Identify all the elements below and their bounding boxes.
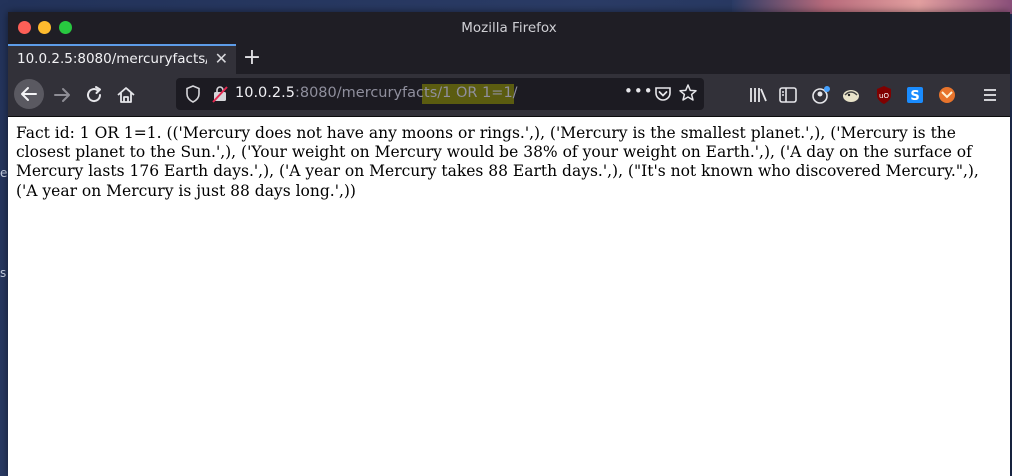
library-icon[interactable] bbox=[746, 83, 770, 107]
extension-animal-icon[interactable] bbox=[839, 83, 863, 107]
tab-close-icon[interactable]: ✕ bbox=[215, 49, 228, 68]
navigation-toolbar: 10.0.2.5:8080/mercuryfacts/1 OR 1=1/ ••• bbox=[8, 74, 1010, 117]
tab-strip: 10.0.2.5:8080/mercuryfacts/ ✕ + bbox=[8, 44, 1010, 74]
tab-active[interactable]: 10.0.2.5:8080/mercuryfacts/ ✕ bbox=[8, 44, 236, 74]
pocket-icon[interactable] bbox=[652, 83, 676, 107]
back-button[interactable] bbox=[14, 79, 44, 109]
browser-window: Mozilla Firefox 10.0.2.5:8080/mercuryfac… bbox=[8, 12, 1010, 476]
url-bar[interactable]: 10.0.2.5:8080/mercuryfacts/1 OR 1=1/ ••• bbox=[176, 78, 704, 110]
tab-title: 10.0.2.5:8080/mercuryfacts/ bbox=[17, 51, 207, 67]
sidebar-icon[interactable] bbox=[776, 83, 800, 107]
window-title: Mozilla Firefox bbox=[461, 20, 557, 36]
back-arrow-icon bbox=[21, 87, 37, 101]
home-button[interactable] bbox=[114, 83, 138, 107]
svg-text:uO: uO bbox=[879, 92, 889, 100]
reload-icon bbox=[87, 86, 102, 103]
tracking-protection-shield-icon[interactable] bbox=[182, 83, 206, 107]
bookmark-star-icon[interactable] bbox=[677, 82, 701, 106]
page-actions-menu-icon[interactable]: ••• bbox=[624, 82, 653, 106]
forward-arrow-icon bbox=[54, 88, 70, 102]
home-icon bbox=[117, 87, 135, 103]
fact-output-text: Fact id: 1 OR 1=1. (('Mercury does not h… bbox=[16, 124, 979, 200]
url-port: :8080 bbox=[294, 85, 337, 101]
new-tab-button[interactable]: + bbox=[240, 45, 264, 70]
insecure-connection-lock-icon[interactable] bbox=[209, 83, 233, 107]
desktop-text-fragment: s bbox=[0, 266, 7, 280]
desktop-text-fragment: e bbox=[0, 166, 8, 180]
url-text[interactable]: 10.0.2.5:8080/mercuryfacts/1 OR 1=1/ bbox=[235, 85, 518, 101]
url-host: 10.0.2.5 bbox=[235, 85, 295, 101]
forward-button[interactable] bbox=[50, 83, 74, 107]
page-content: Fact id: 1 OR 1=1. (('Mercury does not h… bbox=[8, 117, 1010, 476]
extension-s-icon[interactable]: S bbox=[903, 83, 927, 107]
extension-fox-icon[interactable] bbox=[935, 83, 959, 107]
url-query-path: /1 OR 1=1/ bbox=[437, 85, 518, 101]
ublock-origin-icon[interactable]: uO bbox=[872, 83, 896, 107]
url-path: /mercuryfacts bbox=[336, 85, 438, 101]
account-icon[interactable] bbox=[809, 83, 833, 107]
hamburger-menu-icon[interactable] bbox=[978, 83, 1002, 107]
title-bar: Mozilla Firefox bbox=[8, 12, 1010, 44]
svg-text:S: S bbox=[910, 89, 919, 104]
reload-button[interactable] bbox=[82, 83, 106, 107]
